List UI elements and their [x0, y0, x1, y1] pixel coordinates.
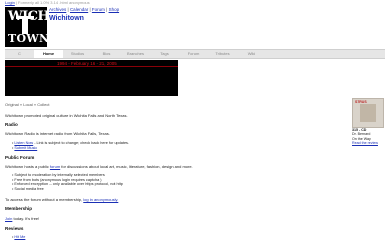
forum-link[interactable]: forum	[50, 164, 60, 169]
radio-bullet-listen: Listen Now - Link is subject to change; …	[12, 141, 129, 146]
radio-heading: Radio	[5, 122, 18, 127]
site-logo[interactable]: WICHITA TOWN	[5, 7, 47, 47]
tab-wiki[interactable]: Wiki	[237, 50, 266, 58]
forum-text-pre: Wichitown hosts a public	[5, 164, 50, 169]
banner-text[interactable]: 1994 - February 16 - 21, 2005	[57, 61, 117, 66]
tab-branches[interactable]: Branches	[121, 50, 150, 58]
album-cover-art	[360, 104, 376, 122]
radio-text: Wichitown Radio is internet radio from W…	[5, 131, 110, 136]
membership-text: Join today. It's free!	[5, 216, 39, 221]
listen-note: - Link is subject to change; check back …	[33, 141, 130, 145]
reviews-heading: Reviews	[5, 226, 24, 231]
main-tab-bar: C Home Studios Bios Branches Tags Forum …	[5, 49, 385, 59]
logo-line2: TOWN	[8, 32, 47, 45]
listen-now-link[interactable]: Listen Now	[14, 141, 33, 145]
site-title[interactable]: Wichitown	[49, 15, 84, 23]
tab-tags[interactable]: Tags	[150, 50, 179, 58]
tab-studios[interactable]: Studios	[63, 50, 92, 58]
membership-heading: Membership	[5, 206, 33, 211]
tab-forum[interactable]: Forum	[179, 50, 208, 58]
forum-access-pre: To access the forum without a membership…	[5, 197, 84, 202]
tab-home[interactable]: Home	[34, 50, 63, 58]
header-nav: Archives | Calendar | Forum | Shop	[49, 7, 119, 13]
review-link[interactable]: Hit Me	[14, 235, 25, 239]
submit-music-link[interactable]: Submit Music	[14, 146, 37, 150]
tab-bios[interactable]: Bios	[92, 50, 121, 58]
nav-link-archives[interactable]: Archives	[49, 7, 66, 12]
nav-link-calendar[interactable]: Calendar	[70, 7, 88, 12]
breadcrumb: Original » Local » Collect	[5, 102, 50, 107]
tab-tributes[interactable]: Tributes	[208, 50, 237, 58]
logo-line1: WICHITA	[8, 9, 47, 24]
read-review-link[interactable]: Read the review	[352, 141, 388, 145]
intro-text: Wichitown promoted original culture in W…	[5, 113, 128, 118]
membership-join-rest: today. It's free!	[12, 216, 40, 221]
nav-link-shop[interactable]: Shop	[109, 7, 120, 12]
banner: 1994 - February 16 - 21, 2005	[5, 60, 178, 96]
top-utility-bar: Login | Formerly all 1.0% 3.14 .html ano…	[5, 0, 90, 6]
tab-c[interactable]: C	[5, 50, 34, 58]
album-caption: 315 - CD Dr. Bernard On the Way Read the…	[352, 128, 388, 146]
forum-text-post: for discussions about local art, music, …	[60, 164, 193, 169]
radio-bullet-submit: Submit Music	[12, 146, 37, 151]
login-link[interactable]: Login	[5, 0, 15, 5]
forum-access-text: To access the forum without a membership…	[5, 197, 118, 202]
topbar-info: | Formerly all 1.0% 3.14 .html anonymous	[14, 0, 90, 5]
forum-bullet: Social media free	[12, 187, 43, 192]
anonymous-login-link[interactable]: log in anonymously.	[83, 197, 118, 202]
review-item: Hit Me	[12, 235, 25, 240]
nav-link-forum[interactable]: Forum	[92, 7, 105, 12]
forum-heading: Public Forum	[5, 155, 35, 160]
forum-text: Wichitown hosts a public forum for discu…	[5, 164, 193, 169]
album-cover[interactable]: S7RUS	[352, 98, 384, 128]
